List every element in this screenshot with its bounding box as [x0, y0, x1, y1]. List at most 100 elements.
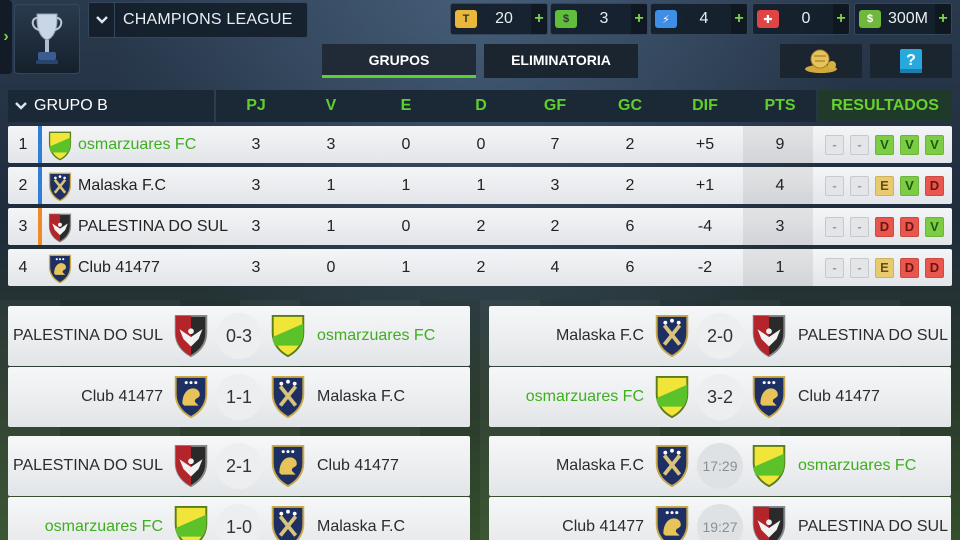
- navy-lion-shield-icon: [651, 505, 693, 540]
- svg-text:?: ?: [906, 52, 916, 69]
- away-team-name: Club 41477: [798, 388, 880, 405]
- stat-e: 0: [401, 135, 411, 153]
- stat-gc: 2: [625, 135, 635, 153]
- stat-gf: 2: [550, 217, 560, 235]
- money-icon: $: [859, 10, 881, 28]
- tab-eliminatoria[interactable]: ELIMINATORIA: [484, 44, 638, 78]
- result-badge: -: [825, 216, 844, 237]
- navy-stars-shield-icon: [267, 505, 309, 540]
- tab-grupos[interactable]: GRUPOS: [322, 44, 476, 78]
- stat-gc: 6: [625, 258, 635, 276]
- result-badge: -: [825, 175, 844, 196]
- match-card[interactable]: Club 41477 1-1 Malaska F.C: [8, 367, 470, 427]
- chevron-down-icon: [89, 3, 115, 37]
- add-tokens-button[interactable]: +: [531, 4, 547, 34]
- result-badge: D: [900, 257, 919, 278]
- tokens-value: 20: [495, 10, 513, 27]
- currency-cash[interactable]: $ 3 +: [550, 3, 648, 35]
- result-badge: V: [925, 134, 944, 155]
- help-button[interactable]: ?: [870, 44, 952, 78]
- home-team-name: Club 41477: [562, 518, 644, 535]
- money-value: 300M: [887, 10, 929, 27]
- stat-pj: 3: [251, 176, 261, 194]
- col-header-gf: GF: [543, 97, 567, 114]
- add-cash-button[interactable]: +: [631, 4, 647, 34]
- competition-select[interactable]: CHAMPIONS LEAGUE: [88, 2, 308, 38]
- add-energy-button[interactable]: +: [731, 4, 747, 34]
- stat-d: 2: [476, 258, 486, 276]
- qualification-bar: [38, 249, 42, 286]
- rewards-button[interactable]: [780, 44, 862, 78]
- match-card[interactable]: PALESTINA DO SUL 2-1 Club 41477: [8, 436, 470, 496]
- yellow-green-shield-icon: [170, 505, 212, 540]
- medical-kit-icon: ✚: [757, 10, 779, 28]
- top-bar: › CHAMPIONS LEAGUE T 20 + $ 3 + ⚡ 4 + ✚ …: [0, 0, 960, 80]
- position: 4: [18, 258, 28, 276]
- add-money-button[interactable]: +: [935, 4, 951, 34]
- recent-results: --DDV: [818, 208, 952, 245]
- col-header-dif: DIF: [692, 97, 718, 114]
- result-badge: D: [925, 257, 944, 278]
- match-card[interactable]: Malaska F.C 2-0 PALESTINA DO SUL: [489, 306, 951, 366]
- stat-dif: +5: [695, 135, 715, 153]
- home-team-name: osmarzuares FC: [525, 388, 644, 405]
- add-medical-button[interactable]: +: [833, 4, 849, 34]
- result-badge: V: [900, 134, 919, 155]
- away-team-name: Club 41477: [317, 457, 399, 474]
- col-header-pj: PJ: [246, 97, 266, 114]
- result-badge: D: [900, 216, 919, 237]
- result-badge: -: [850, 257, 869, 278]
- match-score: 2-1: [216, 443, 262, 489]
- stat-pj: 3: [251, 258, 261, 276]
- side-menu-handle[interactable]: ›: [0, 0, 12, 74]
- trophy-button[interactable]: [14, 4, 80, 74]
- currency-energy[interactable]: ⚡ 4 +: [650, 3, 748, 35]
- navy-lion-shield-icon: [46, 254, 74, 284]
- stat-dif: +1: [695, 176, 715, 194]
- red-eagle-shield-icon: [748, 314, 790, 358]
- stat-gf: 3: [550, 176, 560, 194]
- competition-name: CHAMPIONS LEAGUE: [123, 11, 293, 28]
- result-badge: -: [850, 175, 869, 196]
- match-card[interactable]: osmarzuares FC 3-2 Club 41477: [489, 367, 951, 427]
- stat-gc: 2: [625, 176, 635, 194]
- match-time: 17:29: [697, 443, 743, 489]
- stat-e: 0: [401, 217, 411, 235]
- match-card[interactable]: osmarzuares FC 1-0 Malaska F.C: [8, 497, 470, 540]
- currency-money[interactable]: $ 300M +: [854, 3, 952, 35]
- table-row[interactable]: 3 PALESTINA DO SUL 3 1 0 2 2 6 -4 3- - D D V: [8, 208, 952, 245]
- home-team-name: osmarzuares FC: [44, 518, 163, 535]
- match-card[interactable]: PALESTINA DO SUL 0-3 osmarzuares FC: [8, 306, 470, 366]
- match-card[interactable]: Club 41477 19:27 PALESTINA DO SUL: [489, 497, 951, 540]
- position: 1: [18, 135, 28, 153]
- result-badge: D: [925, 175, 944, 196]
- stat-gf: 4: [550, 258, 560, 276]
- home-team-name: PALESTINA DO SUL: [13, 457, 163, 474]
- match-card[interactable]: Malaska F.C 17:29 osmarzuares FC: [489, 436, 951, 496]
- currency-medical[interactable]: ✚ 0 +: [752, 3, 850, 35]
- ball-rewards-icon: [805, 49, 837, 73]
- group-standings-table: GRUPO B PJ V E D GF GC DIF PTS RESULTADO…: [8, 90, 952, 286]
- stat-pj: 3: [251, 135, 261, 153]
- match-time: 19:27: [697, 504, 743, 540]
- away-team-name: PALESTINA DO SUL: [798, 518, 948, 535]
- result-badge: D: [875, 216, 894, 237]
- help-book-icon: ?: [900, 49, 922, 73]
- away-team-name: PALESTINA DO SUL: [798, 327, 948, 344]
- currency-tokens[interactable]: T 20 +: [450, 3, 548, 35]
- stat-v: 3: [326, 135, 336, 153]
- cash-value: 3: [599, 10, 609, 27]
- navy-stars-shield-icon: [46, 172, 74, 202]
- match-score: 3-2: [697, 374, 743, 420]
- table-row[interactable]: 4 Club 41477 3 0 1 2 4 6 -2 1- - E D D: [8, 249, 952, 286]
- group-selector[interactable]: GRUPO B: [8, 90, 214, 122]
- stat-d: 0: [476, 135, 486, 153]
- table-row[interactable]: 2 Malaska F.C 3 1 1 1 3 2 +1 4- - E V D: [8, 167, 952, 204]
- position: 2: [18, 176, 28, 194]
- red-eagle-shield-icon: [46, 213, 74, 243]
- qualification-bar: [38, 167, 42, 204]
- home-team-name: Malaska F.C: [555, 457, 644, 474]
- position: 3: [18, 217, 28, 235]
- table-row[interactable]: 1 osmarzuares FC 3 3 0 0 7 2 +5 9- - V V V: [8, 126, 952, 163]
- result-badge: -: [850, 134, 869, 155]
